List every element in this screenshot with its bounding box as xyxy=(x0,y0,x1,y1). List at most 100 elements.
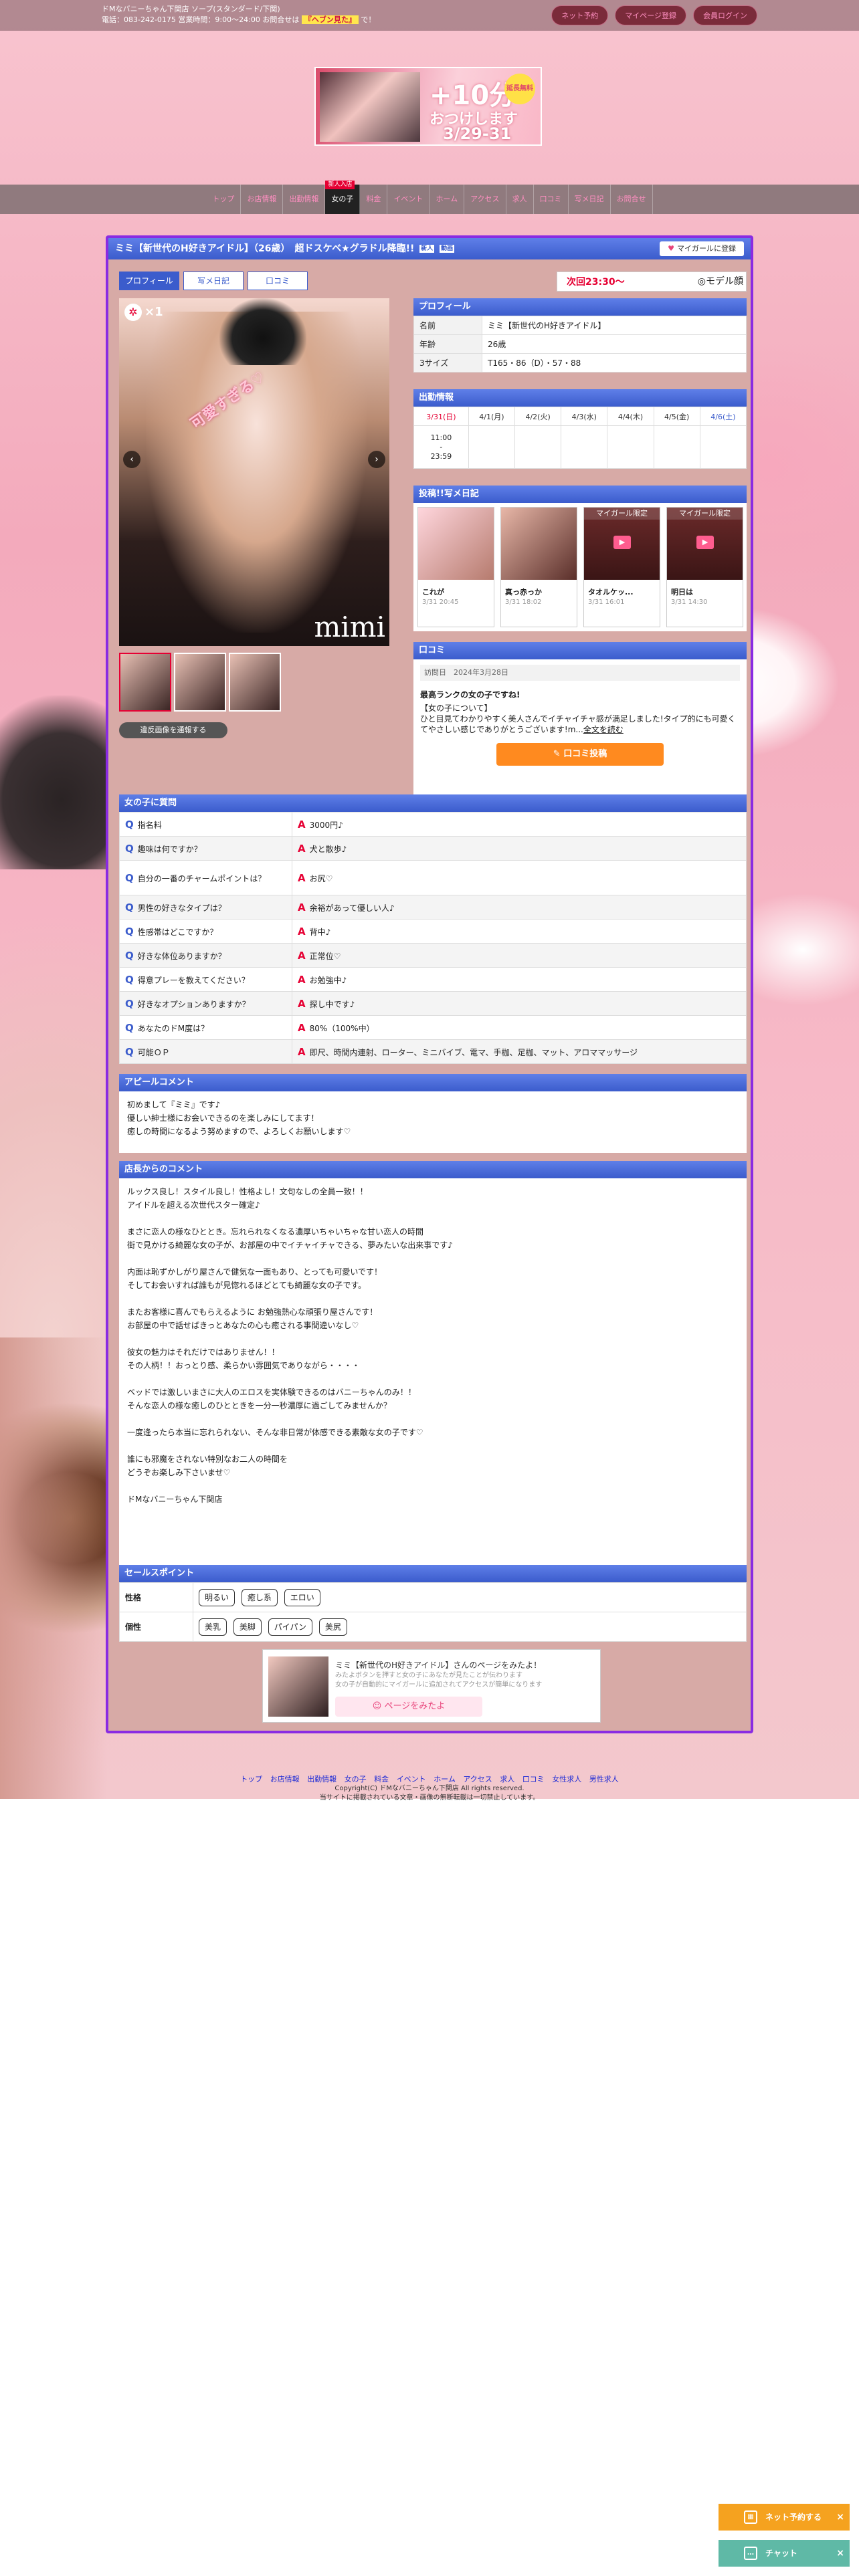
shop-info-line2: 電話：083-242-0175 営業時間：9:00〜24:00 お問合せは 『ヘ… xyxy=(102,15,375,25)
nav-access[interactable]: アクセス xyxy=(464,185,506,214)
floating-chat-button[interactable]: … チャット × xyxy=(719,2540,850,2567)
footer-link[interactable]: イベント xyxy=(397,1775,426,1784)
copyright: Copyright(C) ドMなバニーちゃん下関店 All rights res… xyxy=(335,1785,524,1792)
diary-card[interactable]: マイガール限定 ▶ タオルケッ... 3/31 16:01 xyxy=(583,507,660,627)
video-camera-icon: ▶ xyxy=(696,536,714,549)
profile-title-bar: ミミ【新世代のH好きアイドル】（26歳） 超ドスケベ★グラドル降臨!! 新人 動… xyxy=(108,238,751,259)
mitayo-button[interactable]: ☺ ページをみたよ xyxy=(335,1697,482,1717)
report-image-button[interactable]: 違反画像を通報する xyxy=(119,722,227,738)
footer-link[interactable]: 出勤情報 xyxy=(307,1775,337,1784)
close-icon[interactable]: × xyxy=(836,2504,844,2531)
sales-chip: 美尻 xyxy=(318,1618,347,1636)
table-row: 個性 美乳 美脚 パイパン 美尻 xyxy=(119,1612,747,1642)
nav-girls[interactable]: 新人入店 女の子 xyxy=(325,181,361,214)
photo-prev-icon[interactable]: ‹ xyxy=(123,451,140,468)
new-arrival-badge: 新人入店 xyxy=(325,181,355,189)
diary-card[interactable]: 真っ赤っか 3/31 18:02 xyxy=(500,507,577,627)
diary-section: 投稿!!写メ日記 これが 3/31 20:45 真っ赤っか 3/31 18:02 マ… xyxy=(413,486,747,631)
footer-link[interactable]: 料金 xyxy=(374,1775,389,1784)
mypage-register-button[interactable]: マイページ登録 xyxy=(615,5,686,25)
nav-shop-info[interactable]: お店情報 xyxy=(241,185,284,214)
manager-section: 店長からのコメント ルックス良し！スタイル良し！性格よし！文句なしの全員一致！！… xyxy=(119,1161,747,1576)
diary-card[interactable]: マイガール限定 ▶ 明日は 3/31 14:30 xyxy=(666,507,743,627)
footer-link[interactable]: 口コミ xyxy=(522,1775,545,1784)
table-row: Q 好きな体位ありますか？ A 正常位♡ xyxy=(119,943,747,968)
nav-event[interactable]: イベント xyxy=(387,185,430,214)
nav-home[interactable]: ホーム xyxy=(430,185,465,214)
schedule-section-title: 出勤情報 xyxy=(413,389,747,407)
qa-section: 女の子に質問 Q 指名料 A 3000円♪ Q 趣味は何ですか？ A 犬と散歩♪ Q 自分の一… xyxy=(119,794,747,1064)
footer-link[interactable]: 男性求人 xyxy=(589,1775,619,1784)
sales-section-title: セールスポイント xyxy=(119,1565,747,1582)
table-row: 3サイズ T165・86（D）・57・88 xyxy=(413,353,747,372)
photo-signature: mimi xyxy=(314,611,385,643)
chat-icon: … xyxy=(744,2547,757,2560)
footer-link[interactable]: 女性求人 xyxy=(552,1775,581,1784)
footer-link[interactable]: お店情報 xyxy=(270,1775,300,1784)
nav-price[interactable]: 料金 xyxy=(360,185,388,214)
nav-top[interactable]: トップ xyxy=(206,185,242,214)
banner-badge: 延長無料 xyxy=(504,74,535,104)
review-visit-date: 訪問日 2024年3月28日 xyxy=(420,665,740,681)
thumbnail[interactable] xyxy=(229,653,281,712)
table-row: Q 自分の一番のチャームポイントは？ A お尻♡ xyxy=(119,860,747,895)
sales-section: セールスポイント 性格 明るい 癒し系 エロい 個性 美乳 美脚 パイパン 美尻 xyxy=(119,1565,747,1642)
mygirl-register-button[interactable]: ♥ マイガールに登録 xyxy=(660,241,744,256)
tab-diary[interactable]: 写メ日記 xyxy=(183,272,244,290)
next-schedule-box: 次回23:30〜 ◎モデル顔 xyxy=(557,272,747,292)
nav-schedule[interactable]: 出勤情報 xyxy=(283,185,326,214)
qa-section-title: 女の子に質問 xyxy=(119,794,747,812)
photo-next-icon[interactable]: › xyxy=(368,451,385,468)
footer-link[interactable]: トップ xyxy=(240,1775,262,1784)
banner-date: 3/29-31 xyxy=(443,124,512,143)
nav-diary[interactable]: 写メ日記 xyxy=(569,185,611,214)
tab-profile[interactable]: プロフィール xyxy=(119,272,179,290)
footer-link[interactable]: ホーム xyxy=(434,1775,456,1784)
sales-chip: 美乳 xyxy=(199,1618,227,1636)
review-section-title: 口コミ xyxy=(413,642,747,659)
schedule-day: 4/3(水) xyxy=(561,407,608,426)
tab-review[interactable]: 口コミ xyxy=(248,272,308,290)
footer: トップ お店情報 出勤情報 女の子 料金 イベント ホーム アクセス 求人 口コ… xyxy=(0,1774,859,1802)
footer-link[interactable]: アクセス xyxy=(463,1775,492,1784)
video-badge: 動画 xyxy=(440,245,455,253)
profile-panel: ミミ【新世代のH好きアイドル】（26歳） 超ドスケベ★グラドル降臨!! 新人 動… xyxy=(106,235,753,1733)
event-banner[interactable]: +10分 おつけします 3/29-31 延長無料 xyxy=(314,67,542,146)
mitayo-box: ミミ【新世代のH好きアイドル】さんのページをみたよ！ みたよボタンを押すと女の子… xyxy=(262,1649,601,1723)
sales-chip: 明るい xyxy=(199,1588,235,1606)
footer-link[interactable]: 女の子 xyxy=(345,1775,367,1784)
top-buttons: ネット予約 マイページ登録 会員ログイン xyxy=(551,5,757,25)
diary-section-title: 投稿!!写メ日記 xyxy=(413,486,747,503)
member-login-button[interactable]: 会員ログイン xyxy=(693,5,757,25)
shop-phone-hours: 電話：083-242-0175 営業時間：9:00〜24:00 お問合せは xyxy=(102,15,300,24)
read-more-link[interactable]: 全文を読む xyxy=(583,725,624,734)
heaven-keyword: 『ヘブン見た』 xyxy=(301,15,359,24)
footer-link[interactable]: 求人 xyxy=(500,1775,514,1784)
diary-image xyxy=(418,508,494,580)
thumbnail[interactable] xyxy=(174,653,226,712)
mitayo-thumbnail xyxy=(268,1656,328,1717)
floating-net-reserve-button[interactable]: ▦ ネット予約する × xyxy=(719,2504,850,2531)
table-row: Q 得意プレーを教えてください？ A お勉強中♪ xyxy=(119,967,747,992)
nav-review[interactable]: 口コミ xyxy=(534,185,569,214)
sales-chip: 美脚 xyxy=(233,1618,262,1636)
schedule-cell xyxy=(653,425,700,469)
heart-icon: ♥ xyxy=(668,244,674,253)
main-photo[interactable]: 可愛すぎる♡ ✲ ×1 mimi ‹ › xyxy=(119,298,389,646)
schedule-cell xyxy=(607,425,654,469)
diary-image-locked: マイガール限定 ▶ xyxy=(667,508,743,580)
nav-recruit[interactable]: 求人 xyxy=(506,185,534,214)
appeal-section: アピールコメント 初めまして『ミミ』です♪ 優しい紳士様にお会いできるのを楽しみ… xyxy=(119,1074,747,1153)
post-review-button[interactable]: ✎ 口コミ投稿 xyxy=(496,743,664,766)
net-reserve-button[interactable]: ネット予約 xyxy=(551,5,609,25)
video-camera-icon: ▶ xyxy=(613,536,631,549)
diary-card[interactable]: これが 3/31 20:45 xyxy=(417,507,494,627)
thumbnail[interactable] xyxy=(119,653,171,712)
nav-contact[interactable]: お問合せ xyxy=(611,185,653,214)
background-face-strip xyxy=(0,1337,107,1799)
model-face-tag: ◎モデル顔 xyxy=(694,274,746,288)
close-icon[interactable]: × xyxy=(836,2540,844,2567)
table-row: Q 性感帯はどこですか？ A 背中♪ xyxy=(119,919,747,944)
review-box: 訪問日 2024年3月28日 最高ランクの女の子ですね! 【女の子について】 ひ… xyxy=(413,659,747,802)
schedule-cell: 11:00 - 23:59 xyxy=(413,425,469,469)
